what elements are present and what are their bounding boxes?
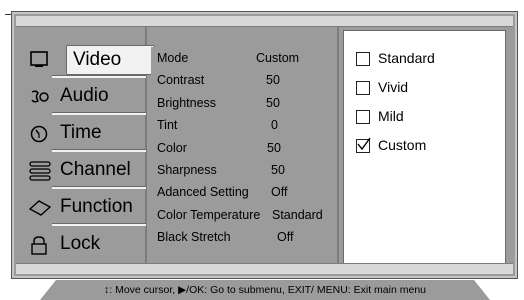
lock-icon bbox=[31, 236, 47, 255]
osd-window: Video Audio Time Channel Function Lock M… bbox=[11, 11, 518, 279]
settings-row-contrast[interactable]: Contrast 50 bbox=[151, 69, 335, 91]
option-checkbox[interactable] bbox=[356, 110, 370, 124]
settings-row-mode[interactable]: Mode Custom bbox=[151, 47, 335, 69]
option-label: Standard bbox=[378, 50, 435, 66]
option-label: Vivid bbox=[378, 79, 409, 95]
clock-icon bbox=[30, 125, 48, 143]
menu-item-label: Time bbox=[60, 122, 102, 143]
option-label: Mild bbox=[378, 108, 404, 124]
settings-row-color[interactable]: Color 50 bbox=[151, 137, 335, 159]
settings-row-advanced[interactable]: Adanced Setting Off bbox=[151, 181, 335, 203]
option-custom[interactable]: Custom bbox=[344, 131, 505, 160]
setting-name: Color bbox=[157, 140, 187, 155]
setting-value: 50 bbox=[271, 162, 285, 177]
speaker-icon bbox=[31, 90, 49, 103]
menu-item-audio[interactable]: Audio bbox=[24, 78, 150, 115]
setting-value: 50 bbox=[267, 140, 281, 155]
channel-icon bbox=[29, 161, 51, 181]
help-bar: ↕: Move cursor, ▶/OK: Go to submenu, EXI… bbox=[40, 280, 490, 300]
setting-value: Off bbox=[277, 230, 294, 245]
setting-name: Adanced Setting bbox=[157, 185, 249, 200]
option-mild[interactable]: Mild bbox=[344, 102, 505, 131]
menu-item-label: Audio bbox=[60, 85, 109, 106]
setting-value: 0 bbox=[271, 118, 278, 133]
setting-name: Black Stretch bbox=[157, 230, 231, 245]
option-checkbox[interactable] bbox=[356, 52, 370, 66]
main-menu: Video Audio Time Channel Function Lock bbox=[24, 41, 155, 263]
menu-item-video[interactable]: Video bbox=[24, 41, 155, 78]
option-standard[interactable]: Standard bbox=[344, 44, 505, 73]
menu-item-time[interactable]: Time bbox=[24, 115, 150, 152]
setting-name: Tint bbox=[157, 118, 178, 133]
settings-row-black-stretch[interactable]: Black Stretch Off bbox=[151, 226, 335, 248]
settings-row-sharpness[interactable]: Sharpness 50 bbox=[151, 159, 335, 181]
setting-value: 50 bbox=[266, 95, 280, 110]
menu-item-function[interactable]: Function bbox=[24, 189, 150, 226]
bottom-bar bbox=[16, 263, 513, 274]
option-checkbox[interactable] bbox=[356, 81, 370, 95]
setting-value: Off bbox=[271, 185, 288, 200]
top-bar bbox=[16, 16, 513, 27]
settings-row-color-temperature[interactable]: Color Temperature Standard bbox=[151, 204, 335, 226]
menu-item-label: Channel bbox=[60, 159, 131, 180]
menu-item-lock[interactable]: Lock bbox=[24, 226, 150, 263]
menu-item-label: Lock bbox=[60, 233, 101, 254]
monitor-icon bbox=[30, 51, 48, 67]
checkmark-icon bbox=[357, 137, 371, 151]
setting-name: Color Temperature bbox=[157, 207, 261, 222]
option-label: Custom bbox=[378, 137, 427, 153]
help-text: ↕: Move cursor, ▶/OK: Go to submenu, EXI… bbox=[103, 284, 426, 296]
setting-value: 50 bbox=[266, 73, 280, 88]
function-icon bbox=[29, 200, 51, 216]
setting-value: Custom bbox=[256, 51, 300, 65]
setting-name: Brightness bbox=[157, 95, 217, 110]
setting-name: Sharpness bbox=[157, 162, 217, 177]
mode-options-panel: Standard Vivid Mild Custom bbox=[343, 30, 506, 266]
menu-item-label: Video bbox=[66, 45, 155, 75]
panel-divider bbox=[337, 26, 339, 269]
settings-row-tint[interactable]: Tint 0 bbox=[151, 114, 335, 136]
menu-item-channel[interactable]: Channel bbox=[24, 152, 150, 189]
settings-row-brightness[interactable]: Brightness 50 bbox=[151, 92, 335, 114]
option-vivid[interactable]: Vivid bbox=[344, 73, 505, 102]
setting-value: Standard bbox=[272, 207, 323, 222]
video-settings-list: Mode Custom Contrast 50 Brightness 50 Ti… bbox=[151, 47, 335, 252]
setting-name: Mode bbox=[157, 51, 189, 65]
menu-item-label: Function bbox=[60, 196, 133, 217]
options-top-spacer bbox=[344, 31, 505, 44]
setting-name: Contrast bbox=[157, 73, 205, 88]
